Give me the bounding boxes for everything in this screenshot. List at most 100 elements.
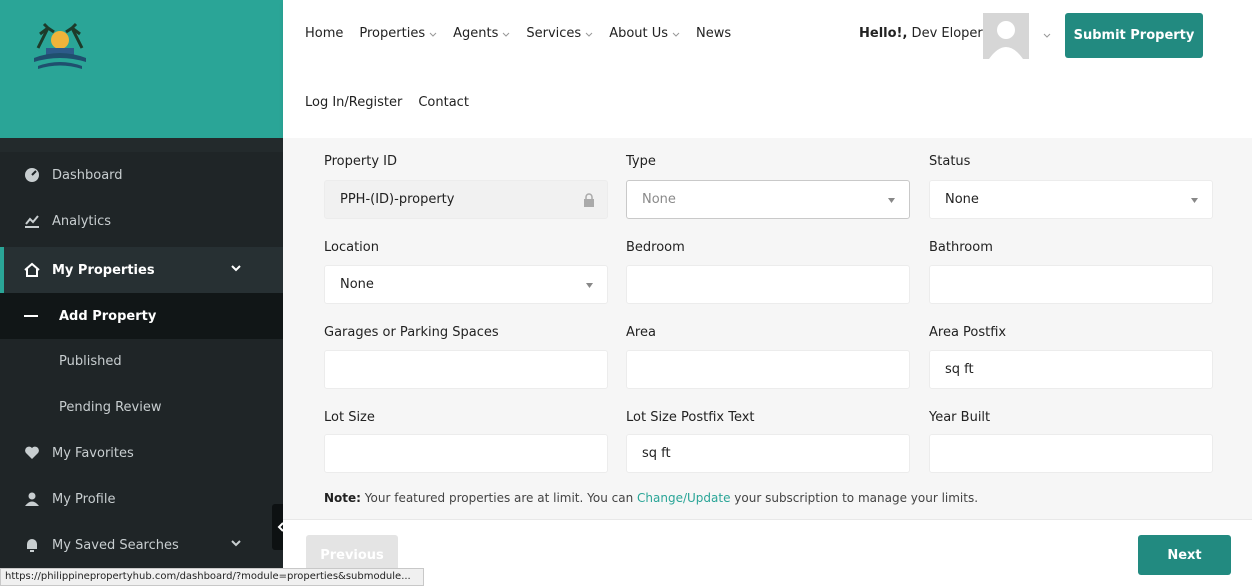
- chevron-down-icon: [231, 265, 241, 272]
- nav-label: Services: [526, 26, 582, 41]
- area-field[interactable]: [626, 350, 910, 389]
- nav-services[interactable]: Services: [526, 26, 593, 41]
- garages-label: Garages or Parking Spaces: [324, 325, 499, 340]
- sidebar-subitem-pending-review[interactable]: Pending Review: [0, 384, 283, 430]
- nav-properties[interactable]: Properties: [359, 26, 437, 41]
- chart-icon: [25, 215, 39, 228]
- lot-size-field[interactable]: [324, 434, 608, 473]
- nav-label: Home: [305, 26, 344, 41]
- property-id-field: PPH-(ID)-property: [324, 180, 608, 219]
- sidebar-item-my-properties[interactable]: My Properties: [0, 247, 283, 293]
- note-prefix: Note:: [324, 491, 361, 505]
- lot-size-postfix-value: sq ft: [642, 446, 671, 461]
- logo-area: [0, 0, 283, 138]
- nav-home[interactable]: Home: [305, 26, 343, 41]
- logo[interactable]: [30, 18, 90, 80]
- caret-down-icon: [586, 283, 593, 288]
- caret-down-icon: [1191, 198, 1198, 203]
- year-built-field[interactable]: [929, 434, 1213, 473]
- bell-icon: [27, 539, 37, 552]
- area-label: Area: [626, 325, 656, 340]
- nav-label: Agents: [453, 26, 499, 41]
- chevron-down-icon[interactable]: [1043, 31, 1051, 39]
- sidebar-item-label: My Properties: [52, 262, 155, 278]
- secondary-nav: Log In/Register Contact: [305, 95, 485, 110]
- sidebar-item-label: Analytics: [52, 213, 112, 229]
- lot-size-postfix-field[interactable]: sq ft: [626, 434, 910, 473]
- next-button[interactable]: Next: [1138, 535, 1231, 575]
- user-greeting: Hello!, Dev Eloper: [859, 26, 983, 41]
- location-label: Location: [324, 240, 379, 255]
- sidebar-item-label: My Favorites: [52, 445, 134, 461]
- bathroom-label: Bathroom: [929, 240, 993, 255]
- heart-icon: [25, 446, 39, 459]
- dash-icon: [24, 315, 38, 317]
- sidebar-item-label: My Saved Searches: [52, 537, 179, 553]
- sidebar-item-dashboard[interactable]: Dashboard: [0, 152, 283, 198]
- type-select[interactable]: None: [626, 180, 910, 219]
- header: Home Properties Agents Services About Us…: [283, 0, 1252, 138]
- nav-login-register[interactable]: Log In/Register: [305, 95, 402, 110]
- lot-size-label: Lot Size: [324, 410, 375, 425]
- nav-label: News: [696, 26, 732, 41]
- change-update-link[interactable]: Change/Update: [637, 491, 730, 505]
- sidebar-item-my-profile[interactable]: My Profile: [0, 476, 283, 522]
- sidebar-subitem-published[interactable]: Published: [0, 338, 283, 384]
- lot-size-postfix-label: Lot Size Postfix Text: [626, 410, 755, 425]
- sidebar-item-label: Pending Review: [59, 399, 162, 415]
- nav-label: About Us: [609, 26, 669, 41]
- sidebar-item-label: Published: [59, 353, 122, 369]
- main-nav: Home Properties Agents Services About Us…: [305, 26, 747, 41]
- nav-news[interactable]: News: [696, 26, 731, 41]
- nav-label: Properties: [359, 26, 426, 41]
- sidebar-top-strip: [0, 138, 283, 152]
- user-icon: [25, 492, 39, 506]
- caret-down-icon: [888, 198, 895, 203]
- chevron-down-icon: [429, 32, 437, 37]
- location-select[interactable]: None: [324, 265, 608, 304]
- area-postfix-field[interactable]: sq ft: [929, 350, 1213, 389]
- sidebar-item-label: Add Property: [59, 308, 157, 324]
- bedroom-field[interactable]: [626, 265, 910, 304]
- form-footer: [283, 519, 1252, 586]
- type-value: None: [642, 192, 676, 207]
- user-name: Dev Eloper: [907, 26, 983, 41]
- sidebar-item-label: Dashboard: [52, 167, 123, 183]
- sidebar-subitem-add-property[interactable]: Add Property: [0, 293, 283, 339]
- greeting-prefix: Hello!,: [859, 26, 908, 41]
- submit-property-button[interactable]: Submit Property: [1065, 13, 1203, 58]
- area-postfix-value: sq ft: [945, 362, 974, 377]
- property-id-value: PPH-(ID)-property: [340, 192, 455, 207]
- sidebar-item-my-saved-searches[interactable]: My Saved Searches: [0, 522, 283, 568]
- property-id-label: Property ID: [324, 154, 397, 169]
- nav-about-us[interactable]: About Us: [609, 26, 680, 41]
- user-avatar-icon: [989, 21, 1023, 59]
- avatar[interactable]: [983, 13, 1029, 59]
- dashboard-icon: [25, 168, 39, 182]
- status-value: None: [945, 192, 979, 207]
- type-label: Type: [626, 154, 656, 169]
- chevron-down-icon: [585, 32, 593, 37]
- location-value: None: [340, 277, 374, 292]
- chevron-down-icon: [231, 540, 241, 547]
- home-icon: [24, 262, 40, 277]
- nav-contact[interactable]: Contact: [418, 95, 469, 110]
- note-text: Your featured properties are at limit. Y…: [360, 491, 638, 505]
- status-select[interactable]: None: [929, 180, 1213, 219]
- area-postfix-label: Area Postfix: [929, 325, 1007, 340]
- nav-label: Contact: [418, 95, 469, 110]
- chevron-down-icon: [672, 32, 680, 37]
- sidebar: Dashboard Analytics My Properties Add Pr…: [0, 152, 283, 586]
- status-label: Status: [929, 154, 971, 169]
- nav-agents[interactable]: Agents: [453, 26, 510, 41]
- subscription-note: Note: Your featured properties are at li…: [324, 491, 978, 505]
- status-bar-url: https://philippinepropertyhub.com/dashbo…: [0, 568, 424, 586]
- nav-label: Log In/Register: [305, 95, 403, 110]
- sidebar-item-analytics[interactable]: Analytics: [0, 198, 283, 244]
- bathroom-field[interactable]: [929, 265, 1213, 304]
- lock-icon: [584, 193, 594, 207]
- garages-field[interactable]: [324, 350, 608, 389]
- sidebar-item-my-favorites[interactable]: My Favorites: [0, 430, 283, 476]
- note-text-end: your subscription to manage your limits.: [730, 491, 979, 505]
- chevron-down-icon: [503, 32, 510, 37]
